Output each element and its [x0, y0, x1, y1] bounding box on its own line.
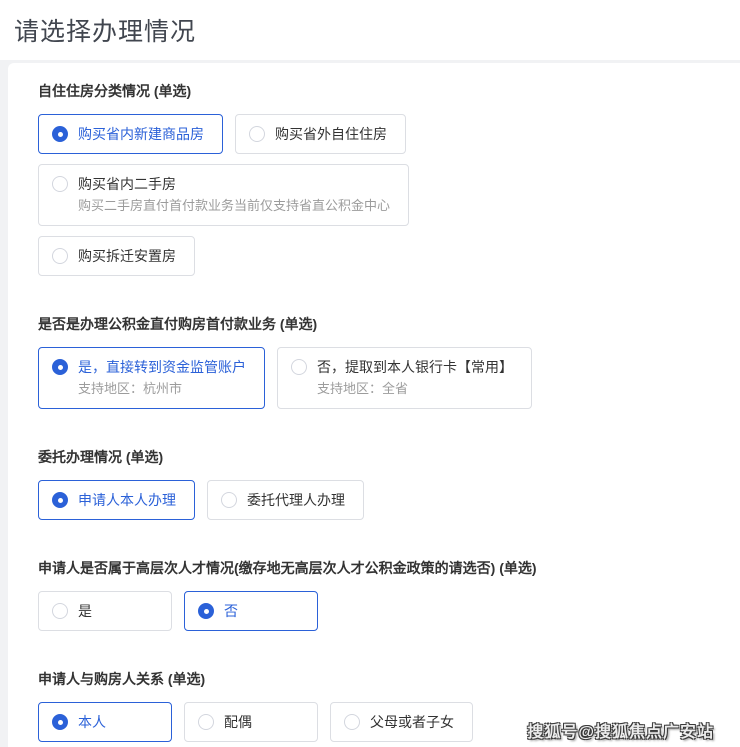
radio-icon — [291, 359, 307, 375]
section-title: 是否是办理公积金直付购房首付款业务 (单选) — [38, 316, 318, 332]
form-card: 自住住房分类情况 (单选) 购买省内新建商品房 购买省外自住住房购买省内二手房购买二… — [8, 63, 740, 747]
option-row: 是否 — [38, 591, 720, 631]
option-subtext: 购买二手房直付首付款业务当前仅支持省直公积金中心 — [78, 198, 391, 213]
screen: 请选择办理情况 自住住房分类情况 (单选) 购买省内新建商品房 购买省外自住住房 购买… — [0, 0, 740, 747]
option-box[interactable]: 申请人本人办理 — [38, 480, 195, 520]
option-texts: 父母或者子女 — [370, 713, 454, 731]
radio-icon — [344, 714, 360, 730]
option-row: 购买省内二手房购买二手房直付首付款业务当前仅支持省直公积金中心 — [38, 164, 720, 226]
radio-selected-icon — [52, 492, 68, 508]
form-section: 申请人是否属于高层次人才情况(缴存地无高层次人才公积金政策的请选否) (单选) 是… — [38, 558, 720, 631]
option-label: 本人 — [78, 714, 106, 730]
section-title: 自住住房分类情况 (单选) — [38, 83, 192, 99]
option-subtext: 支持地区：杭州市 — [78, 381, 183, 396]
form-section: 是否是办理公积金直付购房首付款业务 (单选) 是，直接转到资金监管账户 支持地区：杭… — [38, 314, 720, 409]
radio-icon — [249, 126, 265, 142]
option-box[interactable]: 委托代理人办理 — [207, 480, 364, 520]
option-label: 否 — [224, 603, 238, 619]
form-section: 委托办理情况 (单选) 申请人本人办理 委托代理人办理 — [38, 447, 720, 520]
option-box[interactable]: 是 — [38, 591, 172, 631]
option-box[interactable]: 购买省内新建商品房 — [38, 114, 223, 154]
section-title: 委托办理情况 (单选) — [38, 449, 164, 465]
radio-icon — [52, 603, 68, 619]
page-title: 请选择办理情况 — [14, 18, 197, 46]
option-box[interactable]: 购买拆迁安置房 — [38, 236, 195, 276]
option-label: 是 — [78, 603, 92, 619]
option-label: 购买省内新建商品房 — [78, 126, 204, 142]
title-bar: 请选择办理情况 — [0, 0, 740, 60]
option-box[interactable]: 否 — [184, 591, 318, 631]
radio-icon — [52, 248, 68, 264]
option-row: 购买省内新建商品房 购买省外自住住房 — [38, 114, 720, 154]
option-box[interactable]: 父母或者子女 — [330, 702, 473, 742]
option-texts: 申请人本人办理 — [78, 491, 176, 509]
option-row: 是，直接转到资金监管账户 支持地区：杭州市 否，提取到本人银行卡【常用】 支持地区：全… — [38, 347, 720, 409]
form-sections: 自住住房分类情况 (单选) 购买省内新建商品房 购买省外自住住房购买省内二手房购买二… — [38, 81, 720, 742]
option-subtext: 支持地区：全省 — [317, 381, 409, 396]
option-texts: 否，提取到本人银行卡【常用】 支持地区：全省 — [317, 358, 513, 398]
option-box[interactable]: 购买省外自住住房 — [235, 114, 406, 154]
radio-icon — [221, 492, 237, 508]
option-texts: 配偶 — [224, 713, 252, 731]
option-box[interactable]: 否，提取到本人银行卡【常用】 支持地区：全省 — [277, 347, 532, 409]
option-box[interactable]: 配偶 — [184, 702, 318, 742]
option-texts: 否 — [224, 602, 238, 620]
radio-selected-icon — [198, 603, 214, 619]
option-texts: 委托代理人办理 — [247, 491, 345, 509]
radio-selected-icon — [52, 359, 68, 375]
option-texts: 是，直接转到资金监管账户 支持地区：杭州市 — [78, 358, 246, 398]
section-title: 申请人是否属于高层次人才情况(缴存地无高层次人才公积金政策的请选否) (单选) — [38, 560, 537, 576]
option-texts: 本人 — [78, 713, 106, 731]
option-label: 是，直接转到资金监管账户 — [78, 359, 246, 375]
option-label: 委托代理人办理 — [247, 492, 345, 508]
option-texts: 购买省外自住住房 — [275, 125, 387, 143]
option-label: 否，提取到本人银行卡【常用】 — [317, 359, 513, 375]
radio-icon — [198, 714, 214, 730]
radio-selected-icon — [52, 714, 68, 730]
radio-selected-icon — [52, 126, 68, 142]
watermark: 搜狐号@搜狐焦点广安站 — [527, 724, 714, 741]
form-section: 自住住房分类情况 (单选) 购买省内新建商品房 购买省外自住住房购买省内二手房购买二… — [38, 81, 720, 276]
option-texts: 购买拆迁安置房 — [78, 247, 176, 265]
option-row: 购买拆迁安置房 — [38, 236, 720, 276]
option-label: 申请人本人办理 — [78, 492, 176, 508]
option-label: 父母或者子女 — [370, 714, 454, 730]
option-texts: 是 — [78, 602, 92, 620]
option-label: 购买省外自住住房 — [275, 126, 387, 142]
option-box[interactable]: 本人 — [38, 702, 172, 742]
option-box[interactable]: 购买省内二手房购买二手房直付首付款业务当前仅支持省直公积金中心 — [38, 164, 410, 226]
option-box[interactable]: 是，直接转到资金监管账户 支持地区：杭州市 — [38, 347, 265, 409]
option-texts: 购买省内新建商品房 — [78, 125, 204, 143]
option-label: 购买省内二手房 — [78, 176, 176, 192]
option-label: 购买拆迁安置房 — [78, 248, 176, 264]
option-texts: 购买省内二手房购买二手房直付首付款业务当前仅支持省直公积金中心 — [78, 175, 390, 215]
option-label: 配偶 — [224, 714, 252, 730]
radio-icon — [52, 176, 68, 192]
section-title: 申请人与购房人关系 (单选) — [38, 671, 206, 687]
option-row: 申请人本人办理 委托代理人办理 — [38, 480, 720, 520]
